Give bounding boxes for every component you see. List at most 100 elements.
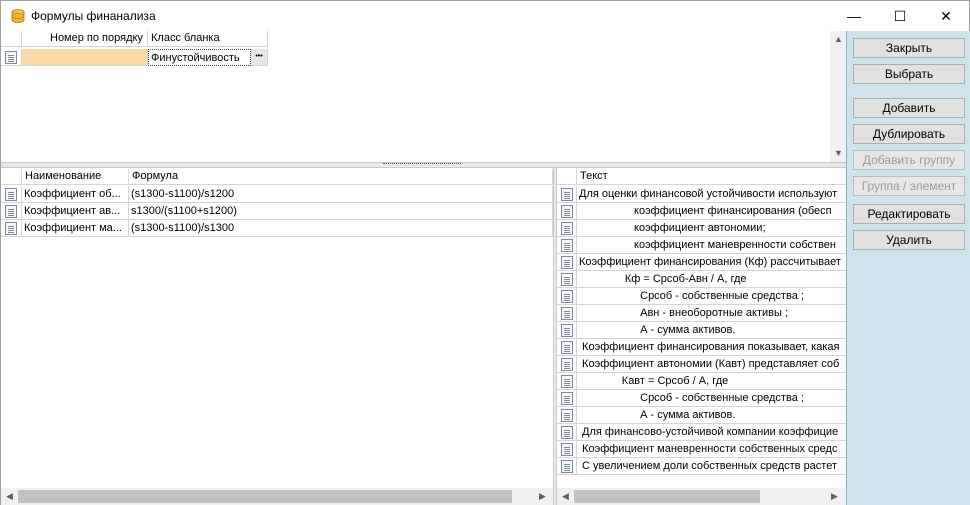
action-button-7[interactable]: Удалить	[853, 230, 965, 250]
cell-text[interactable]: Коэффициент финансирования показывает, к…	[577, 339, 847, 356]
document-icon	[561, 222, 573, 235]
action-button-5[interactable]: Группа / элемент	[853, 176, 965, 196]
text-grid: Текст Для оценки финансовой устойчивости…	[557, 169, 847, 505]
grid-header-name[interactable]: Наименование	[22, 169, 129, 185]
scroll-left-icon[interactable]: ◀	[557, 488, 574, 505]
cell-text[interactable]: Коэффициент финансирования (Кф) рассчиты…	[577, 254, 847, 271]
scroll-thumb[interactable]	[574, 490, 760, 503]
grid-header-number[interactable]: Номер по порядку	[22, 31, 148, 47]
cell-text[interactable]: коэффициент финансирования (обесп	[577, 203, 847, 220]
cell-name[interactable]: Коэффициент ав...	[22, 203, 129, 220]
splitter-grip[interactable]	[383, 163, 461, 167]
ellipsis-button[interactable]: •••	[251, 49, 268, 66]
grid-header-corner	[1, 31, 22, 47]
text-grid-hscroll[interactable]: ◀ ▶	[557, 488, 847, 505]
table-row[interactable]: А - сумма активов.	[557, 407, 847, 424]
cell-name[interactable]: Коэффициент об...	[22, 186, 129, 203]
row-indicator	[557, 271, 577, 288]
table-row[interactable]: Коэффициент финансирования (Кф) рассчиты…	[557, 254, 847, 271]
cell-text[interactable]: С увеличением доли собственных средств р…	[577, 458, 847, 475]
table-row[interactable]: Коэффициент об... (s1300-s1100)/s1200	[1, 186, 553, 203]
scroll-thumb[interactable]	[18, 490, 512, 503]
document-icon	[5, 205, 17, 218]
table-row[interactable]: Коэффициент автономии (Кавт) представляе…	[557, 356, 847, 373]
table-row[interactable]: Коэффициент ма... (s1300-s1100)/s1300	[1, 220, 553, 237]
cell-text[interactable]: Коэффициент маневренности собственных ср…	[577, 441, 847, 458]
cell-formula[interactable]: (s1300-s1100)/s1200	[129, 186, 553, 203]
horizontal-splitter[interactable]	[1, 162, 847, 168]
action-button-1[interactable]: Выбрать	[853, 64, 965, 84]
row-indicator	[557, 373, 577, 390]
action-panel: Закрыть Выбрать Добавить Дублировать Добавит…	[846, 31, 970, 505]
action-button-0[interactable]: Закрыть	[853, 38, 965, 58]
cell-text[interactable]: коэффициент маневренности собствен	[577, 237, 847, 254]
cell-formula[interactable]: (s1300-s1100)/s1300	[129, 220, 553, 237]
grid-header-corner	[557, 169, 577, 185]
cell-text[interactable]: А - сумма активов.	[577, 322, 847, 339]
action-button-2[interactable]: Добавить	[853, 98, 965, 118]
document-icon	[561, 409, 573, 422]
scroll-right-icon[interactable]: ▶	[826, 488, 843, 505]
table-row[interactable]: Коэффициент маневренности собственных ср…	[557, 441, 847, 458]
row-indicator	[557, 254, 577, 271]
table-row[interactable]: Коэффициент финансирования показывает, к…	[557, 339, 847, 356]
cell-text[interactable]: Кф = Срсоб-Авн / А, где	[577, 271, 847, 288]
action-button-4[interactable]: Добавить группу	[853, 150, 965, 170]
table-row[interactable]: Авн - внеоборотные активы ;	[557, 305, 847, 322]
top-grid-vscroll[interactable]: ▲ ▼	[830, 31, 847, 162]
row-indicator	[557, 288, 577, 305]
action-button-3[interactable]: Дублировать	[853, 124, 965, 144]
scroll-up-icon[interactable]: ▲	[830, 31, 847, 48]
minimize-button[interactable]: —	[831, 1, 877, 31]
cell-text[interactable]: Для оценки финансовой устойчивости испол…	[577, 186, 847, 203]
title-bar: Формулы финанализа — ☐ ✕	[1, 1, 969, 31]
document-icon	[561, 188, 573, 201]
cell-text[interactable]: А - сумма активов.	[577, 407, 847, 424]
table-row[interactable]: Коэффициент ав... s1300/(s1100+s1200)	[1, 203, 553, 220]
cell-text[interactable]: Коэффициент автономии (Кавт) представляе…	[577, 356, 847, 373]
table-row[interactable]: Срсоб - собственные средства ;	[557, 390, 847, 407]
document-icon	[561, 426, 573, 439]
table-row[interactable]: А - сумма активов.	[557, 322, 847, 339]
formulas-grid: Наименование Формула Коэффициент об... (…	[1, 169, 553, 505]
maximize-button[interactable]: ☐	[877, 1, 923, 31]
cell-text[interactable]: коэффициент автономии;	[577, 220, 847, 237]
cell-number[interactable]	[22, 49, 148, 66]
grid-header-formula[interactable]: Формула	[129, 169, 553, 185]
action-button-6[interactable]: Редактировать	[853, 204, 965, 224]
cell-text[interactable]: Авн - внеоборотные активы ;	[577, 305, 847, 322]
document-icon	[561, 273, 573, 286]
scroll-right-icon[interactable]: ▶	[534, 488, 551, 505]
close-icon: ✕	[940, 7, 952, 24]
document-icon	[561, 443, 573, 456]
cell-text[interactable]: Срсоб - собственные средства ;	[577, 390, 847, 407]
table-row[interactable]: Для оценки финансовой устойчивости испол…	[557, 186, 847, 203]
grid-header-class[interactable]: Класс бланка	[148, 31, 268, 47]
minimize-icon: —	[847, 8, 861, 24]
document-icon	[561, 256, 573, 269]
table-row[interactable]: коэффициент маневренности собствен	[557, 237, 847, 254]
grid-header-text[interactable]: Текст	[577, 169, 847, 185]
document-icon	[5, 51, 17, 64]
table-row[interactable]: Финустойчивость •••	[1, 49, 269, 66]
cell-formula[interactable]: s1300/(s1100+s1200)	[129, 203, 553, 220]
database-icon	[11, 9, 25, 23]
table-row[interactable]: Срсоб - собственные средства ;	[557, 288, 847, 305]
table-row[interactable]: Для финансово-устойчивой компании коэффи…	[557, 424, 847, 441]
cell-name[interactable]: Коэффициент ма...	[22, 220, 129, 237]
table-row[interactable]: Кф = Срсоб-Авн / А, где	[557, 271, 847, 288]
document-icon	[561, 205, 573, 218]
scroll-left-icon[interactable]: ◀	[1, 488, 18, 505]
left-grid-hscroll[interactable]: ◀ ▶	[1, 488, 553, 505]
table-row[interactable]: Кавт = Срсоб / А, где	[557, 373, 847, 390]
cell-text[interactable]: Для финансово-устойчивой компании коэффи…	[577, 424, 847, 441]
cell-text[interactable]: Кавт = Срсоб / А, где	[577, 373, 847, 390]
cell-class[interactable]: Финустойчивость	[148, 49, 251, 66]
cell-text[interactable]: Срсоб - собственные средства ;	[577, 288, 847, 305]
document-icon	[561, 290, 573, 303]
table-row[interactable]: коэффициент финансирования (обесп	[557, 203, 847, 220]
table-row[interactable]: коэффициент автономии;	[557, 220, 847, 237]
table-row[interactable]: С увеличением доли собственных средств р…	[557, 458, 847, 475]
close-window-button[interactable]: ✕	[923, 1, 969, 31]
scroll-down-icon[interactable]: ▼	[830, 145, 847, 162]
